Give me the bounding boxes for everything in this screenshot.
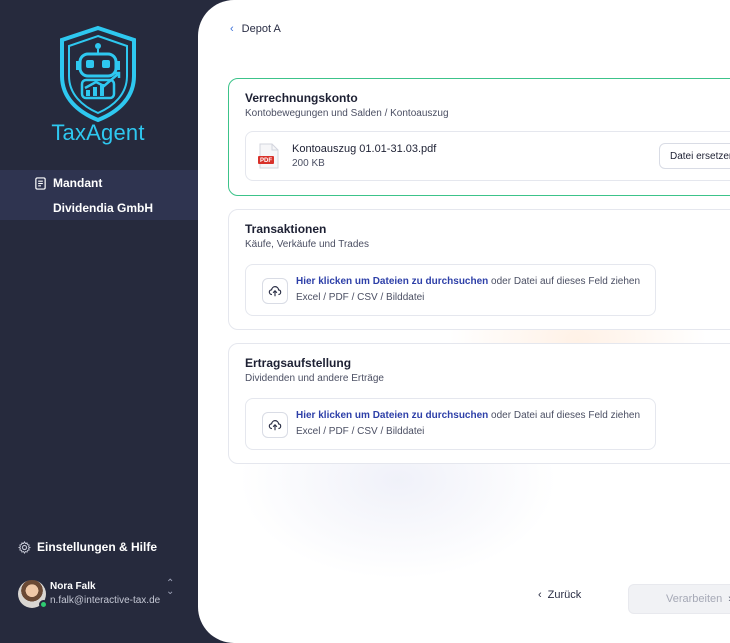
- sidebar-item-label: Mandant: [53, 176, 103, 190]
- main-panel: ‹ Depot A Verrechnungskonto Kontobewegun…: [198, 0, 730, 643]
- cloud-upload-icon: [262, 278, 288, 304]
- process-label: Verarbeiten: [666, 593, 723, 605]
- sidebar-item-client-name[interactable]: Dividendia GmbH: [53, 201, 153, 215]
- card-ertragsaufstellung: Ertragsaufstellung Dividenden und andere…: [228, 343, 730, 464]
- card-transaktionen: Transaktionen Käufe, Verkäufe und Trades…: [228, 209, 730, 330]
- file-size: 200 KB: [292, 158, 325, 169]
- sidebar-item-mandant[interactable]: Mandant: [34, 176, 102, 190]
- upload-instructions: Hier klicken um Dateien zu durchsuchen o…: [296, 410, 640, 421]
- replace-file-button[interactable]: Datei ersetzen: [659, 143, 730, 169]
- card-subtitle: Dividenden und andere Erträge: [245, 373, 384, 384]
- document-list-icon: [35, 176, 46, 190]
- card-title: Transaktionen: [245, 222, 327, 236]
- chevron-left-icon: ‹: [538, 589, 542, 601]
- chevron-left-icon[interactable]: ‹: [230, 23, 234, 35]
- user-name: Nora Falk: [50, 581, 96, 592]
- upload-drag-text: oder Datei auf dieses Feld ziehen: [488, 410, 641, 421]
- online-status-dot: [39, 600, 48, 609]
- chevron-up-down-icon[interactable]: ⌃ ⌄: [166, 579, 174, 597]
- browse-files-link[interactable]: Hier klicken um Dateien zu durchsuchen: [296, 276, 488, 287]
- user-profile[interactable]: Nora Falk n.falk@interactive-tax.de ⌃ ⌄: [18, 578, 188, 612]
- browse-files-link[interactable]: Hier klicken um Dateien zu durchsuchen: [296, 410, 488, 421]
- process-button[interactable]: Verarbeiten›: [628, 584, 730, 614]
- upload-formats: Excel / PDF / CSV / Bilddatei: [296, 292, 425, 303]
- upload-drag-text: oder Datei auf dieses Feld ziehen: [488, 276, 641, 287]
- pdf-badge: PDF: [260, 158, 272, 164]
- card-subtitle: Käufe, Verkäufe und Trades: [245, 239, 369, 250]
- upload-dropzone[interactable]: Hier klicken um Dateien zu durchsuchen o…: [245, 264, 656, 316]
- breadcrumb-label: Depot A: [241, 23, 281, 35]
- breadcrumb[interactable]: ‹ Depot A: [230, 23, 281, 35]
- file-name: Kontoauszug 01.01-31.03.pdf: [292, 143, 437, 155]
- pdf-file-icon: PDF: [258, 143, 279, 169]
- brand-name: TaxAgent: [51, 120, 145, 145]
- card-subtitle: Kontobewegungen und Salden / Kontoauszug: [245, 108, 449, 119]
- back-label: Zurück: [547, 589, 582, 601]
- sidebar: TaxAgent Mandant Dividendia GmbH Einstel…: [0, 0, 220, 643]
- upload-instructions: Hier klicken um Dateien zu durchsuchen o…: [296, 276, 640, 287]
- back-button[interactable]: ‹ Zurück: [538, 589, 581, 601]
- cloud-upload-icon: [262, 412, 288, 438]
- card-title: Verrechnungskonto: [245, 91, 358, 105]
- upload-formats: Excel / PDF / CSV / Bilddatei: [296, 426, 425, 437]
- gear-icon: [18, 540, 31, 554]
- user-email: n.falk@interactive-tax.de: [50, 595, 161, 606]
- upload-dropzone[interactable]: Hier klicken um Dateien zu durchsuchen o…: [245, 398, 656, 450]
- card-verrechnungskonto: Verrechnungskonto Kontobewegungen und Sa…: [228, 78, 730, 196]
- uploaded-file-row: PDF Kontoauszug 01.01-31.03.pdf 200 KB D…: [245, 131, 730, 181]
- settings-label: Einstellungen & Hilfe: [37, 540, 158, 554]
- card-title: Ertragsaufstellung: [245, 356, 352, 370]
- settings-help-link[interactable]: Einstellungen & Hilfe: [18, 540, 157, 554]
- avatar: [18, 580, 48, 609]
- robot-shield-icon: [60, 25, 136, 123]
